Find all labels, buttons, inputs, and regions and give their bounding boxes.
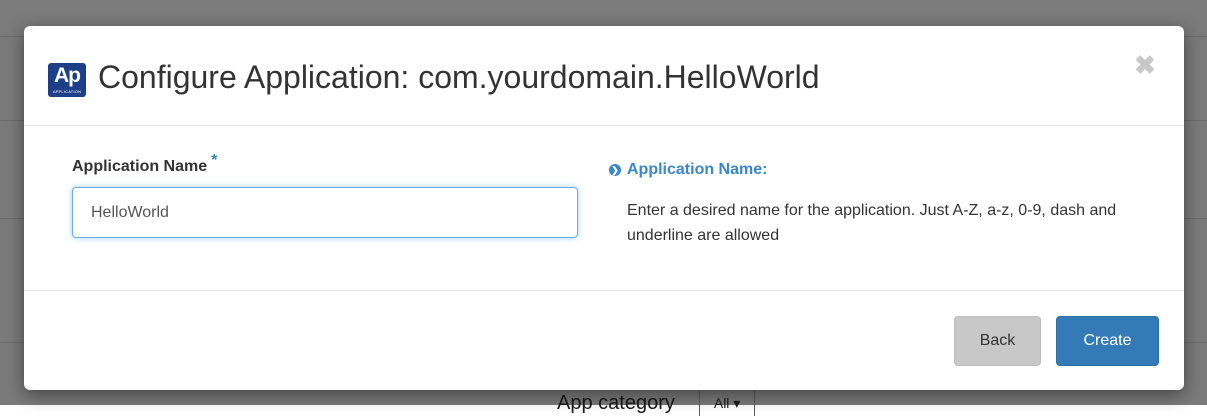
app-icon-subtext: APPLICATION [52, 89, 82, 94]
required-marker: * [211, 152, 218, 169]
help-title-text: Application Name: [627, 161, 768, 178]
help-title[interactable]: ❯ Application Name: [609, 161, 767, 179]
dialog-body: Application Name* ❯ Application Name: Ent… [24, 126, 1184, 291]
back-button[interactable]: Back [954, 316, 1041, 366]
help-description: Enter a desired name for the application… [627, 202, 1117, 244]
application-icon: Ap APPLICATION [48, 63, 86, 97]
application-name-label: Application Name * [72, 152, 217, 176]
app-category-label: App category [557, 391, 675, 414]
chevron-circle-right-icon: ❯ [609, 164, 621, 176]
application-name-input[interactable] [72, 187, 578, 238]
configure-application-dialog: Ap APPLICATION Configure Application: co… [24, 26, 1184, 390]
application-name-label-text: Application Name [72, 158, 208, 175]
create-button[interactable]: Create [1056, 316, 1159, 366]
app-category-filter: All ▾ [698, 390, 756, 416]
background-app-category: App category All ▾ [557, 390, 756, 416]
close-icon[interactable]: ✖ [1134, 52, 1156, 78]
dialog-footer: Back Create [24, 291, 1184, 390]
dialog-title: Configure Application: com.yourdomain.He… [98, 59, 820, 95]
dialog-header: Ap APPLICATION Configure Application: co… [24, 26, 1184, 126]
app-icon-text: Ap [54, 64, 81, 87]
